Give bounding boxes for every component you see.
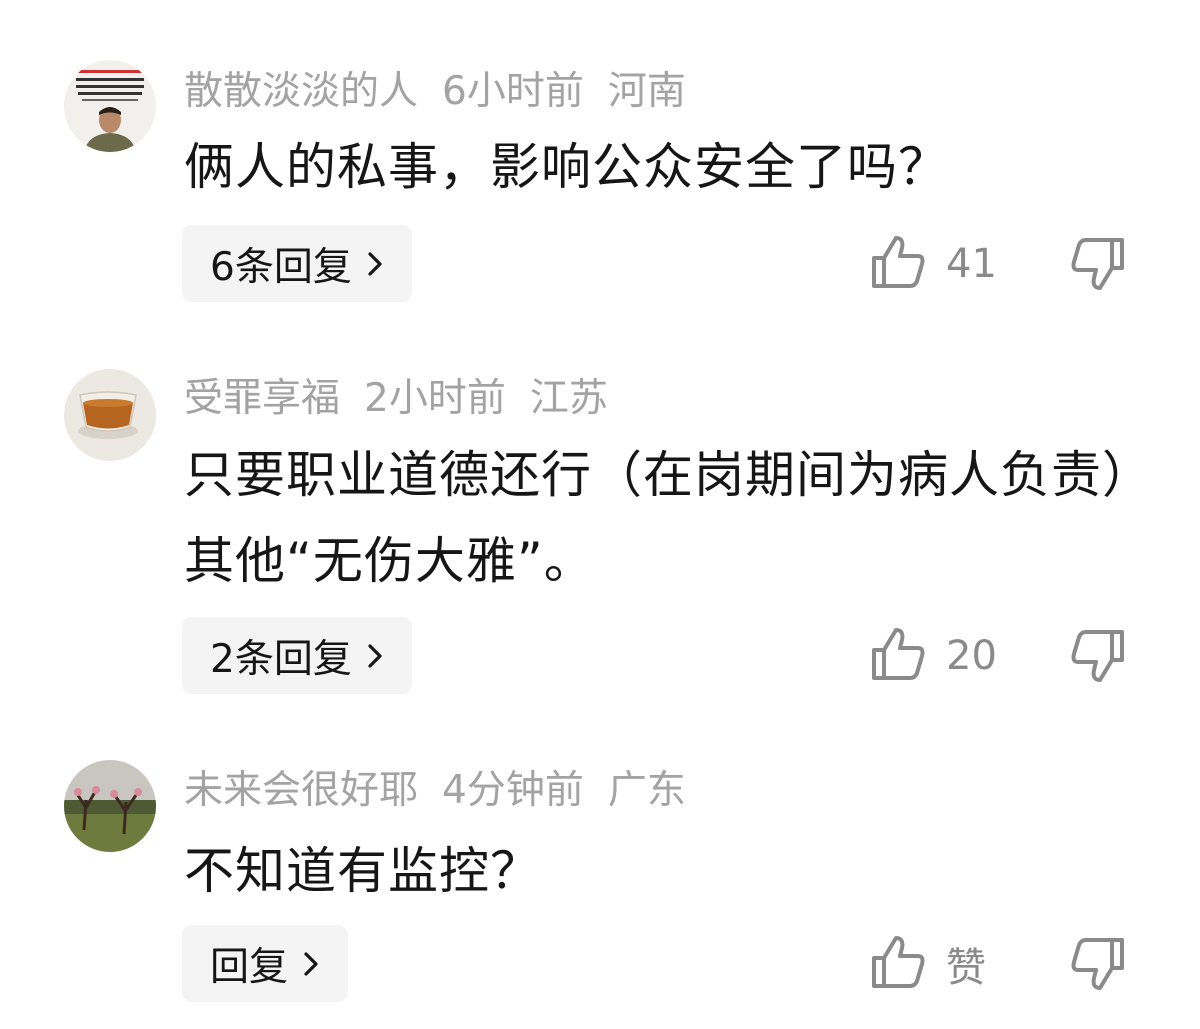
location: 江苏	[529, 376, 608, 421]
dislike-button[interactable]	[1070, 628, 1126, 688]
username[interactable]: 未来会很好耶	[184, 768, 418, 813]
thumbs-up-icon	[870, 934, 926, 994]
thumbs-up-icon	[870, 626, 926, 686]
location: 河南	[607, 69, 686, 114]
thumbs-down-icon	[1070, 630, 1126, 688]
timestamp: 4分钟前	[442, 768, 584, 813]
like-button[interactable]: 赞	[870, 934, 986, 994]
comment-meta: 未来会很好耶 4分钟前 广东	[184, 771, 710, 810]
timestamp: 6小时前	[442, 69, 584, 114]
reply-label: 6条回复	[210, 244, 352, 290]
chevron-right-icon	[366, 251, 384, 277]
thumbs-up-icon	[870, 234, 926, 294]
avatar[interactable]	[64, 60, 156, 152]
reply-button[interactable]: 回复	[182, 925, 349, 1002]
comment-text: 俩人的私事，影响公众安全了吗？	[184, 138, 949, 196]
chevron-right-icon	[366, 643, 384, 669]
username[interactable]: 受罪享福	[184, 376, 340, 421]
comment-meta: 受罪享福 2小时前 江苏	[184, 379, 632, 418]
reply-label: 回复	[210, 944, 289, 990]
reply-button[interactable]: 2条回复	[182, 617, 412, 694]
comment-text: 不知道有监控？	[184, 842, 541, 900]
reply-button[interactable]: 6条回复	[182, 225, 412, 302]
chevron-right-icon	[302, 951, 320, 977]
location: 广东	[607, 768, 686, 813]
reply-label: 2条回复	[210, 636, 352, 682]
dislike-button[interactable]	[1070, 936, 1126, 996]
avatar[interactable]	[64, 760, 156, 852]
comment-meta: 散散淡淡的人 6小时前 河南	[184, 72, 710, 111]
like-button[interactable]: 20	[870, 626, 997, 686]
dislike-button[interactable]	[1070, 236, 1126, 296]
thumbs-down-icon	[1070, 238, 1126, 296]
like-count: 41	[946, 241, 997, 287]
timestamp: 2小时前	[364, 376, 506, 421]
avatar[interactable]	[64, 369, 156, 461]
like-count: 20	[946, 633, 997, 679]
like-button[interactable]: 41	[870, 234, 997, 294]
comment-text: 只要职业道德还行（在岗期间为病人负责）其他“无伤大雅”。	[184, 446, 1128, 590]
thumbs-down-icon	[1070, 938, 1126, 996]
username[interactable]: 散散淡淡的人	[184, 69, 418, 114]
like-count: 赞	[946, 945, 986, 991]
